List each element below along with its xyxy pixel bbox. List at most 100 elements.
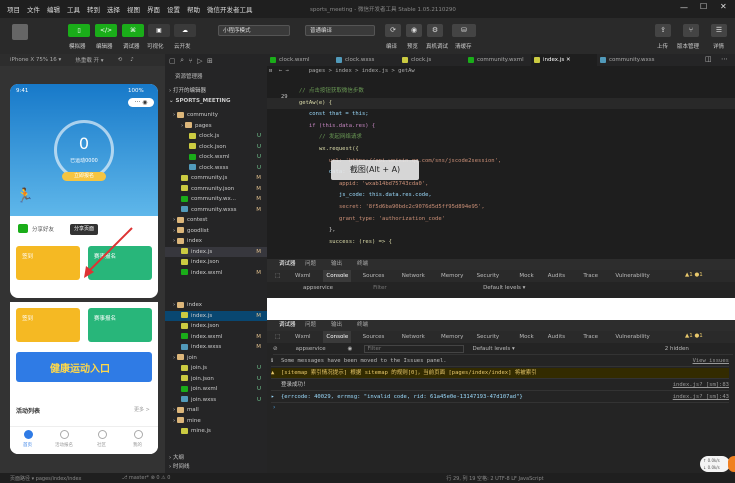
devtools-subtab[interactable]: Security [477, 331, 500, 343]
debug-icon[interactable]: ▷ [197, 57, 202, 65]
console-source-link[interactable]: index.js? [sm]:83 [673, 380, 729, 391]
devtools-subtab[interactable]: Network [402, 270, 425, 282]
upload-icon[interactable]: ⇪ [655, 24, 671, 37]
preview-icon[interactable]: ◉ [406, 24, 422, 37]
editor-tab[interactable]: community.wxml [465, 54, 531, 66]
mute-icon[interactable]: ♪ [130, 57, 134, 63]
capsule-menu[interactable]: ··· ◉ [128, 98, 154, 107]
editor-tab[interactable]: clock.wxml [267, 54, 333, 66]
devtools-tab[interactable]: 问题 [305, 320, 316, 331]
menu-item[interactable]: 界面 [147, 4, 160, 14]
checkin-card[interactable]: 签到 [16, 246, 80, 280]
outline-section[interactable]: › 大纲 [169, 453, 184, 461]
tree-folder[interactable]: › community [165, 110, 267, 120]
timeline-section[interactable]: › 时间线 [169, 462, 189, 470]
clear-console-icon[interactable]: ⊘ [273, 346, 278, 352]
close-icon[interactable]: ✕ [720, 2, 727, 11]
compile-icon[interactable]: ⟳ [385, 24, 401, 37]
more-actions-icon[interactable]: ⋯ [721, 55, 728, 63]
tree-folder[interactable]: › goodlist [165, 226, 267, 236]
tab-activity[interactable]: 活动报名 [55, 442, 73, 448]
tree-file[interactable]: index.wxml M [165, 268, 267, 278]
tree-folder[interactable]: › contest [165, 215, 267, 225]
devtools-tab[interactable]: 调试器 [279, 320, 296, 331]
menu-item[interactable]: 文件 [27, 4, 40, 14]
console-source-link[interactable]: View issues [693, 356, 729, 367]
menu-item[interactable]: 转到 [87, 4, 100, 14]
tree-file[interactable]: index.js M [165, 310, 267, 321]
tree-folder[interactable]: › mine [165, 416, 267, 426]
tree-folder[interactable]: › join [165, 353, 267, 363]
tree-folder[interactable]: › index [165, 236, 267, 246]
devtools-subtab[interactable]: Console [323, 270, 352, 282]
console-source-link[interactable]: index.js? [sm]:43 [673, 392, 729, 403]
page-path[interactable]: 页面路径 ▾ pages/index/index [10, 475, 82, 482]
devtools-tab[interactable]: 输出 [331, 320, 342, 331]
search-icon[interactable]: ⌕ [180, 56, 184, 65]
editor-tab[interactable]: community.wxss [597, 54, 663, 66]
maximize-icon[interactable]: ☐ [700, 2, 707, 11]
tree-file[interactable]: index.json [165, 321, 267, 331]
devtools-subtab[interactable]: Vulnerability [615, 331, 649, 343]
tree-file[interactable]: clock.wxss U [165, 163, 267, 173]
menu-item[interactable]: 选择 [107, 4, 120, 14]
menu-item[interactable]: 项目 [7, 4, 20, 14]
menu-item[interactable]: 帮助 [187, 4, 200, 14]
promo-banner[interactable]: 健康运动入口 [16, 352, 152, 382]
minimize-icon[interactable]: — [680, 3, 688, 12]
filter-input-top[interactable]: Filter [373, 285, 463, 291]
levels-select-bottom[interactable]: Default levels ▾ [472, 346, 514, 352]
devtools-tab[interactable]: 调试器 [279, 259, 296, 270]
levels-select-top[interactable]: Default levels ▾ [483, 285, 525, 291]
devtools-subtab[interactable]: Console [323, 331, 352, 343]
devtools-subtab[interactable]: Network [402, 331, 425, 343]
devtools-subtab[interactable]: Wxml [295, 331, 311, 343]
activity-icon[interactable] [60, 430, 69, 439]
tree-file[interactable]: clock.js U [165, 131, 267, 141]
devtools-subtab[interactable]: Vulnerability [615, 270, 649, 282]
devtools-subtab[interactable]: Memory [441, 270, 463, 282]
menu-item[interactable]: 微信开发者工具 [207, 4, 253, 14]
inspect-icon[interactable]: ⬚ [275, 270, 280, 282]
tree-folder[interactable]: › mall [165, 405, 267, 415]
files-icon[interactable]: ▢ [169, 57, 176, 65]
visual-toggle-icon[interactable]: ▣ [148, 24, 170, 37]
devtools-tab[interactable]: 输出 [331, 259, 342, 270]
community-icon[interactable] [98, 430, 107, 439]
simulator-toggle-icon[interactable]: ▯ [68, 24, 90, 37]
tree-file[interactable]: community.wx... M [165, 194, 267, 204]
debugger-toggle-icon[interactable]: ⌘ [122, 24, 144, 37]
tree-file[interactable]: join.wxml U [165, 384, 267, 394]
tree-folder[interactable]: › index [165, 300, 267, 310]
tree-file[interactable]: clock.json U [165, 142, 267, 152]
devtools-subtab[interactable]: Trace [583, 270, 598, 282]
scope-select-bottom[interactable]: appservice [296, 346, 326, 352]
tree-file[interactable]: index.json [165, 257, 267, 267]
tab-mine[interactable]: 我的 [133, 442, 142, 448]
editor-tab[interactable]: clock.wxss [333, 54, 399, 66]
back-icon[interactable]: ← [279, 68, 282, 74]
devtools-subtab[interactable]: Mock [519, 270, 533, 282]
menu-item[interactable]: 工具 [67, 4, 80, 14]
tree-file[interactable]: join.wxss U [165, 395, 267, 405]
remote-debug-icon[interactable]: ⚙ [427, 24, 443, 37]
editor-tab[interactable]: index.js ✕ [531, 54, 597, 66]
mine-icon[interactable] [134, 430, 143, 439]
tree-file[interactable]: community.wxss M [165, 205, 267, 215]
filter-input-bottom[interactable]: Filter [364, 345, 465, 353]
devtools-subtab[interactable]: Sources [363, 331, 385, 343]
details-icon[interactable]: ☰ [711, 24, 727, 37]
compile-select[interactable]: 普通编译 [305, 25, 375, 36]
forward-icon[interactable]: → [286, 68, 289, 74]
editor-toggle-icon[interactable]: </> [95, 24, 117, 37]
signup-button[interactable]: 立即报名 [62, 172, 106, 181]
tab-home[interactable]: 首页 [23, 442, 32, 448]
device-select[interactable]: iPhone X 75% 16 ▾ [10, 57, 61, 63]
editor-tab[interactable]: clock.js [399, 54, 465, 66]
hotreload-select[interactable]: 热重载 开 ▾ [75, 56, 103, 64]
rotate-icon[interactable]: ⟲ [118, 57, 123, 63]
issues-badge-top[interactable]: ▲1 ●1 [685, 272, 703, 278]
breadcrumb-path[interactable]: pages > index > index.js > getAw [309, 68, 415, 74]
more-link[interactable]: 更多 > [134, 406, 150, 413]
menu-item[interactable]: 视图 [127, 4, 140, 14]
